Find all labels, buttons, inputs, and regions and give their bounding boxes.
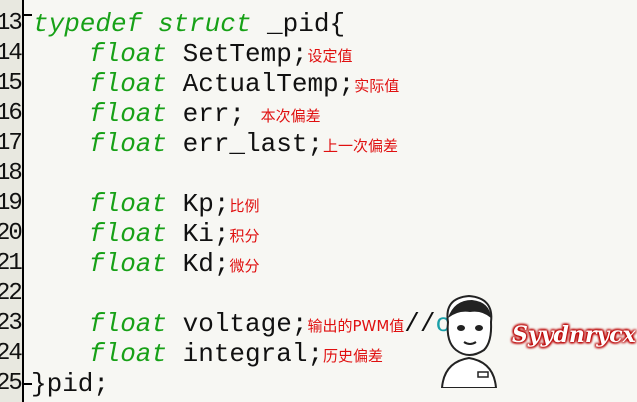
line-number: 25	[0, 370, 23, 397]
identifier: voltage;	[167, 309, 308, 339]
code-text: float ActualTemp;实际值	[89, 69, 399, 101]
identifier: err_last;	[167, 129, 324, 159]
cartoon-avatar-icon	[440, 294, 498, 388]
code-text: float Ki;积分	[89, 219, 259, 251]
keyword: typedef struct	[33, 9, 252, 39]
code-text: float err_last;上一次偏差	[89, 129, 398, 161]
watermark-signature: Syydnrycx	[512, 322, 636, 348]
keyword: float	[89, 99, 168, 129]
line-number: 20	[0, 220, 23, 247]
line-number: 16	[0, 100, 23, 127]
code-text: float Kp;比例	[89, 189, 259, 221]
code-line[interactable]: 21 float Kd;微分	[0, 249, 637, 279]
code-text: float Kd;微分	[89, 249, 259, 281]
identifier: ActualTemp;	[167, 69, 355, 99]
code-line[interactable]: 14 float SetTemp;设定值	[0, 39, 637, 69]
code-line[interactable]: 25 }pid;	[0, 369, 637, 399]
keyword: float	[89, 339, 168, 369]
code-line[interactable]: 17 float err_last;上一次偏差	[0, 129, 637, 159]
code-text: float SetTemp;设定值	[89, 39, 352, 71]
code-text: typedef struct _pid{	[33, 9, 345, 39]
annotation: 实际值	[354, 77, 400, 95]
line-number: 15	[0, 70, 23, 97]
code-text: float integral;历史偏差	[89, 339, 383, 371]
identifier: Kp;	[167, 189, 230, 219]
annotation: 历史偏差	[323, 347, 384, 365]
line-number: 17	[0, 130, 23, 157]
identifier: SetTemp;	[167, 39, 308, 69]
comment-slash: //	[404, 309, 436, 339]
code-line[interactable]: 16 float err; 本次偏差	[0, 99, 637, 129]
identifier: err;	[167, 99, 246, 129]
code-line[interactable]: 13 typedef struct _pid{	[0, 9, 637, 39]
annotation: 积分	[229, 227, 260, 245]
keyword: float	[89, 129, 168, 159]
keyword: float	[89, 69, 168, 99]
annotation: 本次偏差	[260, 107, 321, 125]
annotation: 微分	[229, 257, 260, 275]
identifier: Ki;	[167, 219, 230, 249]
keyword: float	[89, 39, 168, 69]
identifier: Kd;	[167, 249, 230, 279]
keyword: float	[89, 189, 168, 219]
annotation: 设定值	[307, 47, 353, 65]
line-number: 18	[0, 160, 23, 187]
annotation: 上一次偏差	[323, 137, 399, 155]
keyword: float	[89, 219, 168, 249]
line-number: 22	[0, 280, 23, 307]
line-number: 24	[0, 340, 23, 367]
identifier: _pid{	[251, 9, 346, 39]
annotation: 输出的PWM值	[307, 317, 405, 335]
line-number: 14	[0, 40, 23, 67]
code-text: float voltage;输出的PWM值//ou	[89, 309, 467, 341]
line-number: 23	[0, 310, 23, 337]
code-line[interactable]: 18	[0, 159, 637, 189]
code-text: float err; 本次偏差	[89, 99, 321, 131]
code-text: }pid;	[31, 369, 110, 399]
line-number: 13	[0, 10, 23, 37]
line-number: 21	[0, 250, 23, 277]
annotation: 比例	[229, 197, 260, 215]
code-line[interactable]: 19 float Kp;比例	[0, 189, 637, 219]
identifier: integral;	[167, 339, 324, 369]
keyword: float	[89, 309, 168, 339]
keyword: float	[89, 249, 168, 279]
code-line[interactable]: 20 float Ki;积分	[0, 219, 637, 249]
code-line[interactable]: 15 float ActualTemp;实际值	[0, 69, 637, 99]
code-line[interactable]: 22	[0, 279, 637, 309]
line-number: 19	[0, 190, 23, 217]
